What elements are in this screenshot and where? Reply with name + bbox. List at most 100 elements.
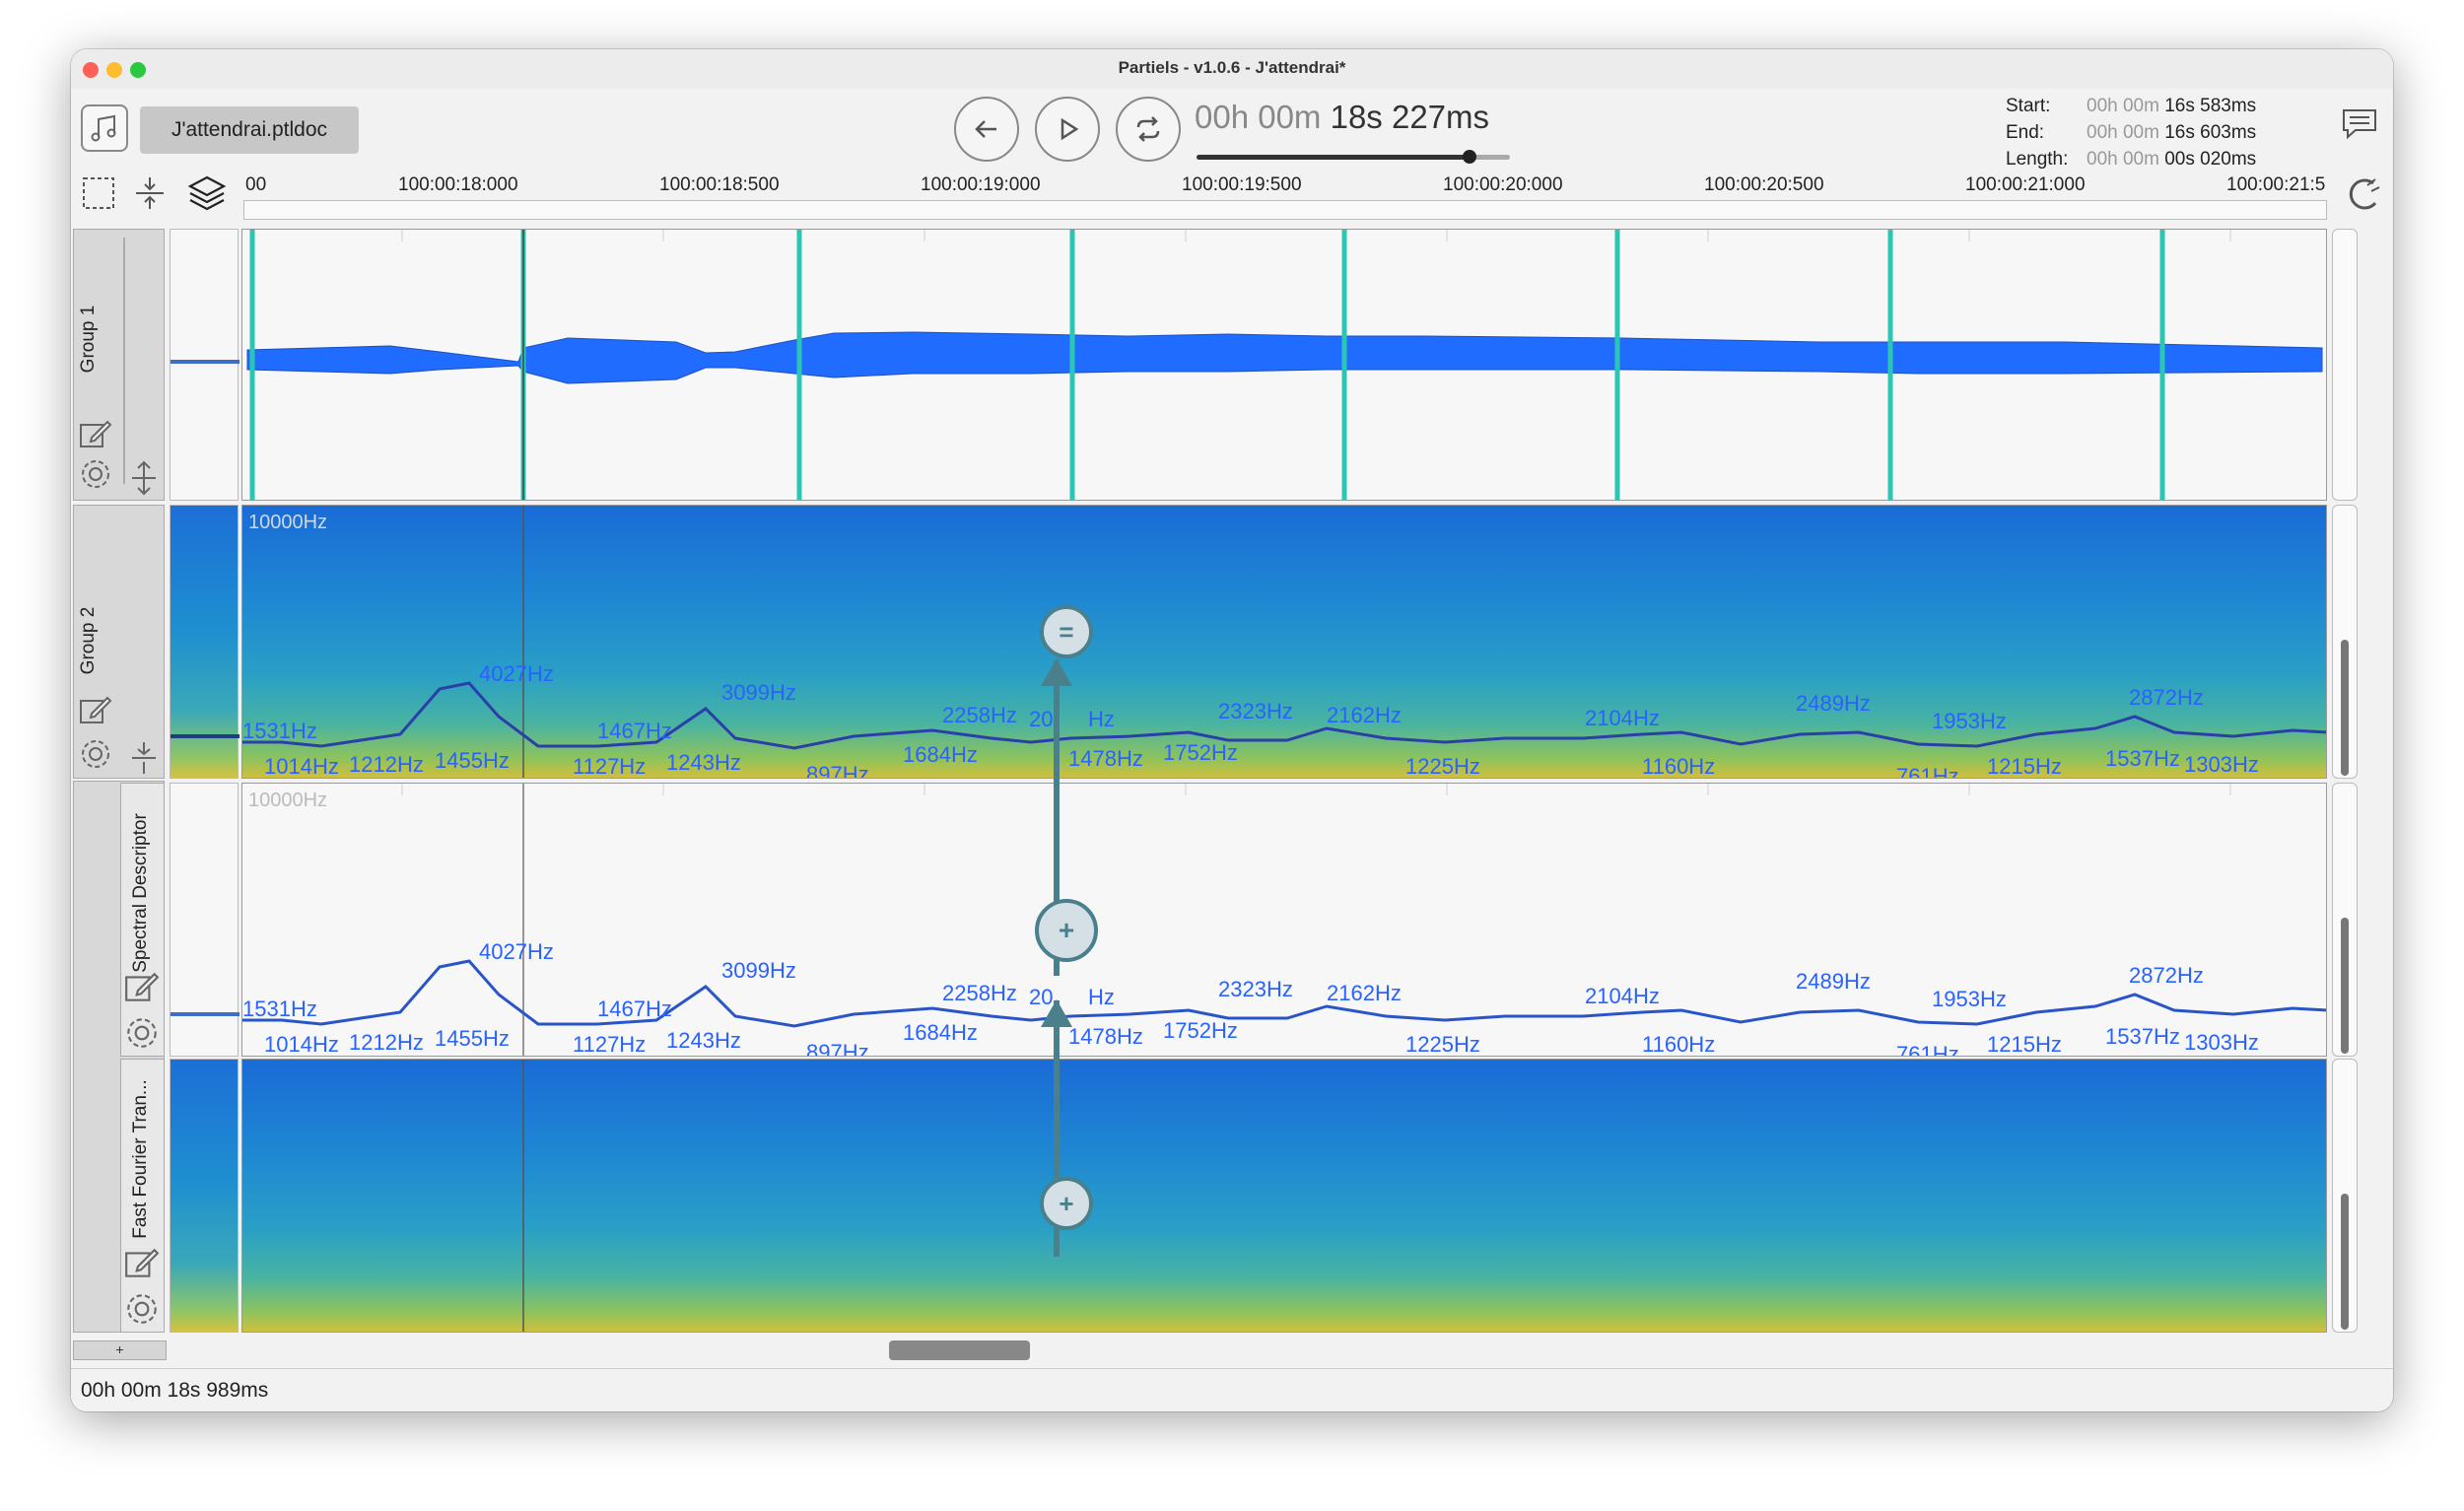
title-bar: Partiels - v1.0.6 - J'attendrai* [71,49,2393,89]
freq-label: 1212Hz [349,752,424,777]
music-note-icon [91,114,116,142]
freq-label: 761Hz [1896,764,1959,779]
edit-icon[interactable] [123,1247,161,1280]
scroll-thumb[interactable] [2341,918,2349,1054]
edit-icon[interactable] [78,695,113,726]
time-prefix: 00h 00m [1195,99,1331,135]
playhead-time-display: 00h 00m 18s 227ms [1195,99,1489,136]
edit-icon[interactable] [123,971,161,1004]
playback-slider-fill [1197,155,1469,160]
status-text: 00h 00m 18s 989ms [81,1379,269,1402]
freq-label: 1953Hz [1932,709,2007,733]
freq-label: 1225Hz [1405,754,1480,779]
freq-label: 1243Hz [666,750,741,775]
loop-button[interactable] [1116,97,1181,162]
document-button[interactable]: J'attendrai.ptldoc [140,106,359,154]
music-note-button[interactable] [81,104,128,152]
freq-label: 1215Hz [1987,754,2062,779]
fft-header[interactable]: Fast Fourier Tran... [120,1059,165,1333]
insert-marker[interactable]: + [1040,1177,1093,1230]
time-ruler[interactable]: 00 100:00:18:000 100:00:18:500 100:00:19… [243,172,2327,201]
freq-label: 1467Hz [597,719,672,743]
play-button[interactable] [1035,97,1100,162]
rewind-button[interactable] [954,97,1019,162]
layers-icon [187,175,227,211]
play-icon [1061,117,1079,141]
freq-label: 1752Hz [1163,1018,1238,1043]
ruler-label: 100:00:21:5 [2226,174,2326,195]
time-range-bar[interactable] [243,200,2327,220]
ruler-label: 100:00:21:000 [1965,174,2086,195]
group1-header[interactable]: Group 1 [73,229,165,501]
collapse-icon [136,177,164,209]
collapse-all-button[interactable] [132,175,168,216]
gear-icon[interactable] [78,736,113,772]
freq-label: 2258Hz [942,703,1017,727]
selection-values: 00h 00m 16s 583ms 00h 00m 16s 603ms 00h … [2087,93,2256,172]
start-value-dim: 00h 00m [2087,96,2165,116]
ruler-label: 00 [245,174,267,195]
freq-label: 1455Hz [435,748,510,773]
length-label: Length: [2006,149,2069,170]
freq-label: 1531Hz [242,996,317,1021]
group2-header[interactable]: Group 2 [73,505,165,779]
group2-gutter [170,505,240,779]
fft-vscroll[interactable] [2332,1059,2358,1333]
freq-label: 2323Hz [1218,977,1293,1001]
add-group-button[interactable]: + [73,1340,167,1360]
resize-icon[interactable] [129,740,159,776]
edit-icon[interactable] [78,419,113,450]
playback-slider[interactable] [1197,150,1510,164]
playback-slider-knob[interactable] [1463,150,1476,164]
comment-button[interactable] [2340,106,2379,147]
select-tool-button[interactable] [81,175,116,216]
freq-label: 1531Hz [242,719,317,743]
end-value: 16s 603ms [2164,122,2257,143]
drop-target-marker[interactable]: = [1040,605,1093,658]
group1-vscroll[interactable] [2332,229,2358,501]
freq-label: 761Hz [1896,1042,1959,1057]
gear-icon[interactable] [78,456,113,492]
freq-label: 1953Hz [1932,987,2007,1011]
fft-spectrogram-plot[interactable] [241,1059,2327,1333]
group1-gutter [170,229,240,501]
freq-label: 1455Hz [435,1026,510,1051]
ruler-label: 100:00:20:000 [1443,174,1563,195]
spectral-header[interactable]: Spectral Descriptor [120,783,165,1057]
horizontal-scroll-thumb[interactable] [889,1340,1030,1360]
freq-label: 2489Hz [1796,691,1871,716]
spectral-vscroll[interactable] [2332,783,2358,1057]
layers-button[interactable] [187,173,227,218]
waveform-shape [246,331,2323,384]
scroll-thumb[interactable] [2341,640,2349,776]
scroll-thumb[interactable] [2341,1194,2349,1330]
freq-label: 2323Hz [1218,699,1293,723]
ruler-label: 100:00:18:000 [398,174,518,195]
spectrogram-plot-1[interactable]: 10000Hz 4027Hz 3099Hz 2258Hz 2323Hz 2162… [241,505,2327,779]
gear-icon[interactable] [123,1290,161,1328]
freq-label: 4027Hz [479,661,554,686]
freq-label: 1014Hz [264,1032,339,1057]
gear-icon[interactable] [123,1014,161,1052]
group1-divider [123,238,125,484]
freq-label: 2162Hz [1327,981,1402,1005]
freq-label: 2258Hz [942,981,1017,1005]
gutter-level-line [171,1012,240,1016]
freq-label: 1160Hz [1642,1032,1716,1057]
waveform-svg [246,230,2323,500]
waveform-plot[interactable] [241,229,2327,501]
spectral-label: Spectral Descriptor [130,813,151,973]
start-value: 16s 583ms [2164,96,2257,116]
freq-label: 1160Hz [1642,754,1716,779]
arrow-up-icon [1041,999,1072,1027]
magnet-button[interactable] [2344,175,2383,220]
app-window: Partiels - v1.0.6 - J'attendrai* J'atten… [71,49,2393,1411]
resize-icon[interactable] [129,460,159,496]
freq-label: 1127Hz [573,754,647,779]
freq-label: 1684Hz [903,742,978,767]
magnet-icon [2349,178,2380,210]
spectral-curve-svg-2 [242,784,2326,1056]
group2-vscroll[interactable] [2332,505,2358,779]
insert-marker[interactable]: + [1035,899,1098,962]
spectral-descriptor-plot[interactable]: 10000Hz 4027Hz 3099Hz 2258Hz 2323Hz 2162… [241,783,2327,1057]
